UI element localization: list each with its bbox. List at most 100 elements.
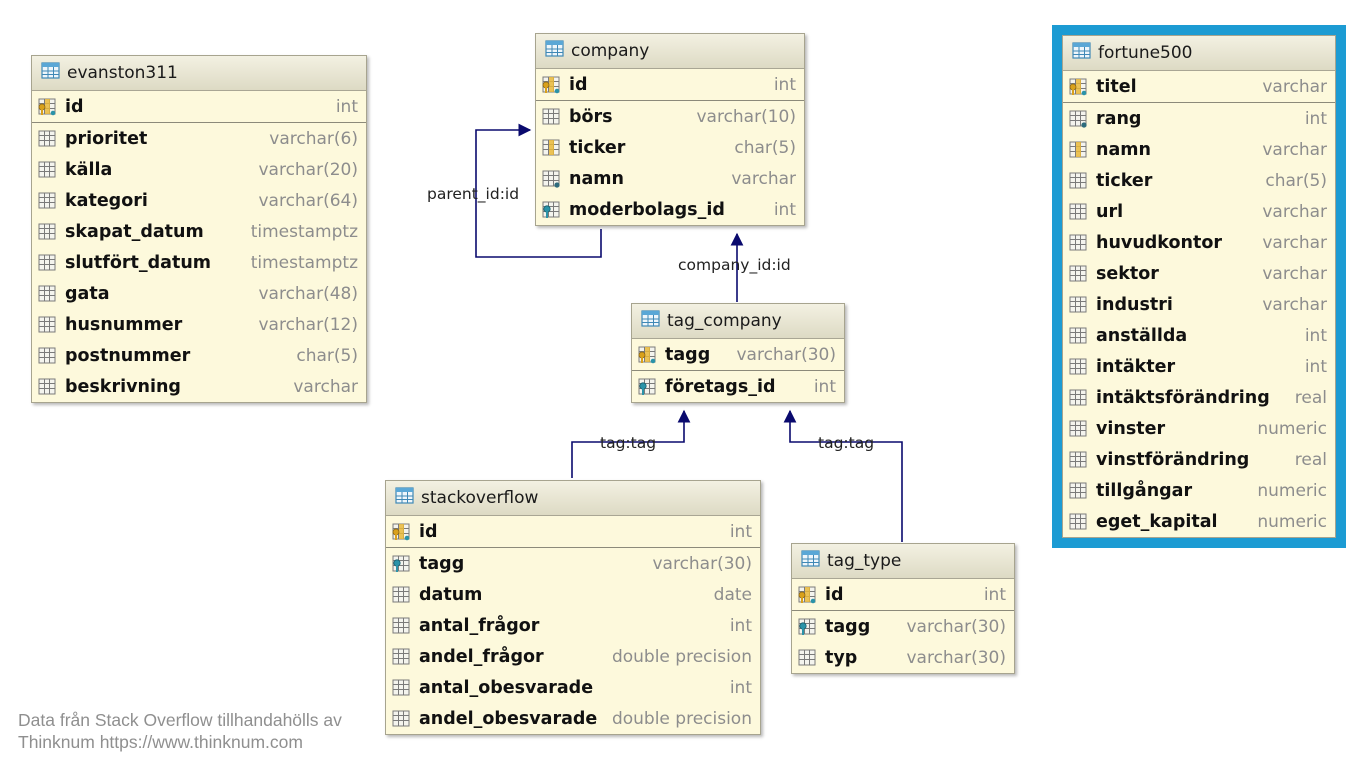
column-row[interactable]: sektor varchar	[1063, 258, 1335, 289]
column-icon	[1069, 513, 1089, 531]
column-icon	[38, 347, 58, 365]
column-row[interactable]: rang int	[1063, 103, 1335, 134]
column-name: kategori	[65, 190, 148, 211]
table-header[interactable]: tag_type	[792, 544, 1014, 579]
column-name: ticker	[1096, 170, 1153, 191]
column-name: id	[569, 74, 588, 95]
column-row[interactable]: tillgångar numeric	[1063, 475, 1335, 506]
column-row[interactable]: ticker char(5)	[536, 132, 804, 163]
column-row[interactable]: vinster numeric	[1063, 413, 1335, 444]
foreign-key-icon	[798, 618, 818, 636]
column-icon	[1069, 296, 1089, 314]
column-name: url	[1096, 201, 1124, 222]
column-name: moderbolags_id	[569, 199, 725, 220]
column-name: namn	[569, 168, 624, 189]
column-row[interactable]: prioritet varchar(6)	[32, 123, 366, 154]
column-row[interactable]: antal_obesvarade int	[386, 672, 760, 703]
column-row[interactable]: id int	[536, 69, 804, 101]
column-row[interactable]: namn varchar	[1063, 134, 1335, 165]
column-type: int	[773, 74, 796, 95]
column-icon	[1069, 265, 1089, 283]
table-header[interactable]: stackoverflow	[386, 481, 760, 516]
column-icon	[38, 378, 58, 396]
table-title: tag_type	[827, 551, 902, 571]
column-icon	[38, 285, 58, 303]
table-header[interactable]: company	[536, 34, 804, 69]
column-type: numeric	[1257, 480, 1327, 501]
column-row[interactable]: slutfört_datum timestamptz	[32, 247, 366, 278]
primary-key-icon	[38, 98, 58, 116]
column-row[interactable]: husnummer varchar(12)	[32, 309, 366, 340]
column-row[interactable]: skapat_datum timestamptz	[32, 216, 366, 247]
column-row[interactable]: kategori varchar(64)	[32, 185, 366, 216]
column-row[interactable]: andel_obesvarade double precision	[386, 703, 760, 734]
unique-column-icon	[1069, 141, 1089, 159]
column-row[interactable]: id int	[32, 91, 366, 123]
table-tag-company[interactable]: tag_company tagg varchar(30) företags_id int	[631, 303, 845, 403]
column-name: andel_obesvarade	[419, 708, 598, 729]
table-header[interactable]: tag_company	[632, 304, 844, 339]
table-fortune500[interactable]: fortune500 titel varchar rang int namn varchar…	[1052, 25, 1346, 548]
column-type: real	[1294, 449, 1327, 470]
column-row[interactable]: industri varchar	[1063, 289, 1335, 320]
column-icon	[38, 254, 58, 272]
column-row[interactable]: intäkter int	[1063, 351, 1335, 382]
column-row[interactable]: url varchar	[1063, 196, 1335, 227]
column-name: skapat_datum	[65, 221, 204, 242]
column-name: börs	[569, 106, 613, 127]
column-row[interactable]: postnummer char(5)	[32, 340, 366, 371]
column-row[interactable]: namn varchar	[536, 163, 804, 194]
primary-key-icon	[392, 523, 412, 541]
primary-key-icon	[798, 586, 818, 604]
column-type: date	[713, 584, 752, 605]
column-icon	[38, 130, 58, 148]
column-row[interactable]: moderbolags_id int	[536, 194, 804, 225]
column-name: husnummer	[65, 314, 183, 335]
column-icon	[38, 161, 58, 179]
column-row[interactable]: anställda int	[1063, 320, 1335, 351]
column-row[interactable]: eget_kapital numeric	[1063, 506, 1335, 537]
column-type: varchar	[1262, 232, 1327, 253]
column-name: vinstförändring	[1096, 449, 1250, 470]
table-evanston311[interactable]: evanston311 id int prioritet varchar(6) källa…	[31, 55, 367, 403]
column-row[interactable]: börs varchar(10)	[536, 101, 804, 132]
column-row[interactable]: tagg varchar(30)	[632, 339, 844, 371]
table-header[interactable]: evanston311	[32, 56, 366, 91]
table-company[interactable]: company id int börs varchar(10) ticker char(5)…	[535, 33, 805, 226]
footnote: Data från Stack Overflow tillhandahölls …	[18, 709, 342, 753]
column-type: varchar(30)	[652, 553, 752, 574]
column-row[interactable]: företags_id int	[632, 371, 844, 402]
column-row[interactable]: tagg varchar(30)	[386, 548, 760, 579]
table-header[interactable]: fortune500	[1063, 36, 1335, 71]
column-row[interactable]: gata varchar(48)	[32, 278, 366, 309]
column-row[interactable]: huvudkontor varchar	[1063, 227, 1335, 258]
column-name: postnummer	[65, 345, 191, 366]
column-row[interactable]: tagg varchar(30)	[792, 611, 1014, 642]
column-type: varchar	[293, 376, 358, 397]
table-stackoverflow[interactable]: stackoverflow id int tagg varchar(30) datum da…	[385, 480, 761, 735]
foreign-key-icon	[542, 201, 562, 219]
table-tag-type[interactable]: tag_typeid int tagg varchar(30) typ varchar(3…	[791, 543, 1015, 674]
column-row[interactable]: titel varchar	[1063, 71, 1335, 103]
column-row[interactable]: id int	[792, 579, 1014, 611]
footnote-line-2: Thinknum https://www.thinknum.com	[18, 732, 303, 752]
column-row[interactable]: id int	[386, 516, 760, 548]
column-row[interactable]: datum date	[386, 579, 760, 610]
column-row[interactable]: källa varchar(20)	[32, 154, 366, 185]
column-row[interactable]: andel_frågor double precision	[386, 641, 760, 672]
column-row[interactable]: intäktsförändring real	[1063, 382, 1335, 413]
column-row[interactable]: ticker char(5)	[1063, 165, 1335, 196]
unique-column-icon	[542, 139, 562, 157]
column-row[interactable]: vinstförändring real	[1063, 444, 1335, 475]
column-row[interactable]: typ varchar(30)	[792, 642, 1014, 673]
column-icon	[38, 316, 58, 334]
column-icon	[1069, 358, 1089, 376]
not-null-column-icon	[542, 170, 562, 188]
table-icon	[545, 39, 565, 63]
column-type: varchar	[1262, 139, 1327, 160]
relation-label-company-id: company_id:id	[678, 256, 791, 274]
not-null-column-icon	[1069, 110, 1089, 128]
column-row[interactable]: antal_frågor int	[386, 610, 760, 641]
column-row[interactable]: beskrivning varchar	[32, 371, 366, 402]
column-icon	[1069, 451, 1089, 469]
